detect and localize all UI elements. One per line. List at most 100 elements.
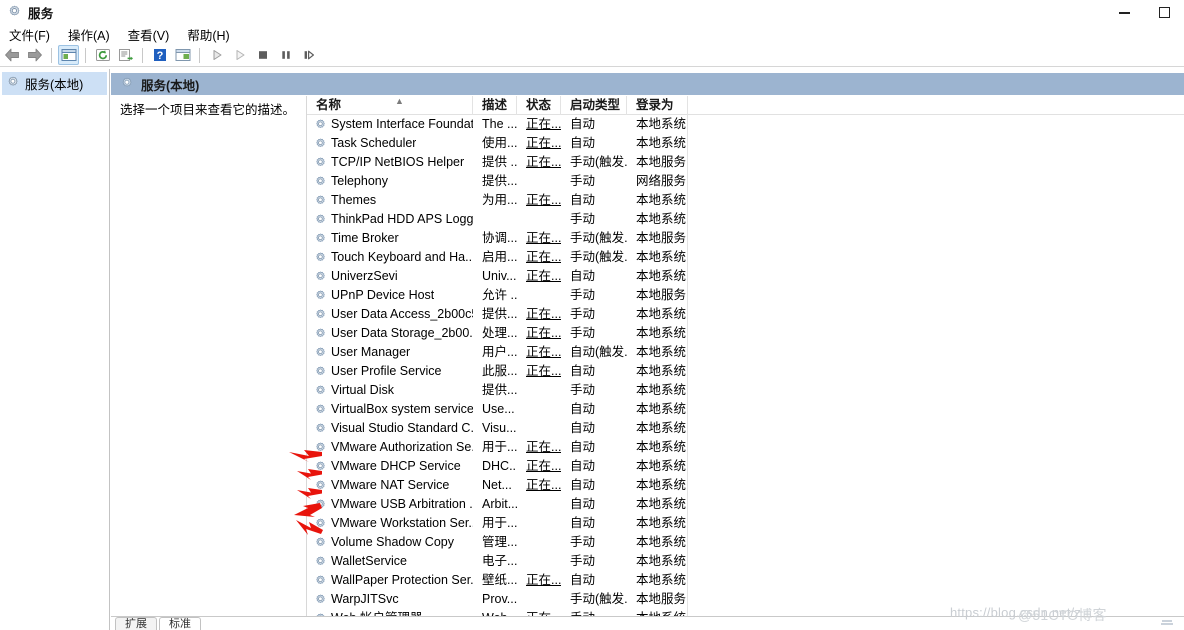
cell-description: 提供... xyxy=(482,383,517,397)
cell-description: 为用... xyxy=(482,193,517,207)
table-row[interactable]: Virtual Disk 提供... 手动 本地系统 xyxy=(307,381,1184,400)
cell-service-name: VMware NAT Service xyxy=(307,476,473,495)
cell-log-on-as: 本地系统 xyxy=(627,533,688,552)
service-name-label: WalletService xyxy=(331,554,407,568)
table-row[interactable]: Telephony 提供... 手动 网络服务 xyxy=(307,172,1184,191)
start-service-icon[interactable] xyxy=(206,45,227,65)
table-row[interactable]: Volume Shadow Copy 管理... 手动 本地系统 xyxy=(307,533,1184,552)
minimize-button[interactable] xyxy=(1104,0,1144,25)
menu-help[interactable]: 帮助(H) xyxy=(178,23,238,46)
table-row[interactable]: VMware USB Arbitration ... Arbit... 自动 本地系统 xyxy=(307,495,1184,514)
cell-service-name: User Profile Service xyxy=(307,362,473,381)
help-icon[interactable]: ? xyxy=(149,45,170,65)
cell-service-name: ThinkPad HDD APS Loggi... xyxy=(307,210,473,229)
services-list[interactable]: 名称 ▲ 描述 状态 启动类型 登录为 System Interface Fou… xyxy=(306,96,1184,630)
export-list-icon[interactable] xyxy=(115,45,136,65)
column-header-log-on-as[interactable]: 登录为 xyxy=(627,96,688,115)
column-header-name[interactable]: 名称 ▲ xyxy=(307,96,473,115)
service-name-label: VMware Workstation Ser... xyxy=(331,516,473,530)
cell-status xyxy=(517,495,561,514)
cell-startup-type: 自动 xyxy=(570,269,596,283)
description-pane: 选择一个项目来查看它的描述。 xyxy=(111,96,306,630)
cell-service-name: Visual Studio Standard C... xyxy=(307,419,473,438)
column-header-startup-type[interactable]: 启动类型 xyxy=(561,96,627,115)
table-row[interactable]: VMware Authorization Se... 用于... 正在... 自动 本地… xyxy=(307,438,1184,457)
cell-log-on-as: 本地系统 xyxy=(627,134,688,153)
table-row[interactable]: Time Broker 协调... 正在... 手动(触发...本地服务 xyxy=(307,229,1184,248)
toolbar-separator xyxy=(199,47,200,63)
service-name-label: Time Broker xyxy=(331,231,399,245)
service-name-label: User Manager xyxy=(331,345,411,359)
cell-description: Visu... xyxy=(482,421,517,435)
cell-status xyxy=(517,552,561,571)
table-row[interactable]: Touch Keyboard and Ha... 启用... 正在... 手动(触发.… xyxy=(307,248,1184,267)
bottom-tab-standard[interactable]: 标准 xyxy=(159,617,201,630)
sidebar-item-services-local[interactable]: 服务(本地) xyxy=(2,72,107,95)
console-tree-sidebar: 服务(本地) xyxy=(0,69,110,630)
properties-icon[interactable] xyxy=(172,45,193,65)
content-pane: 服务(本地) 选择一个项目来查看它的描述。 名称 ▲ 描述 状态 启动类型 登录… xyxy=(111,69,1184,630)
table-row[interactable]: WalletService 电子... 手动 本地系统 xyxy=(307,552,1184,571)
table-row[interactable]: VMware DHCP Service DHC... 正在... 自动 本地系统 xyxy=(307,457,1184,476)
service-name-label: TCP/IP NetBIOS Helper xyxy=(331,155,465,169)
resume-service-icon[interactable] xyxy=(298,45,319,65)
table-row[interactable]: User Data Storage_2b00... 处理... 正在... 手动 本地系… xyxy=(307,324,1184,343)
stop-service-icon[interactable] xyxy=(252,45,273,65)
table-row[interactable]: System Interface Foundat... The ... 正在... 自… xyxy=(307,115,1184,134)
cell-log-on-as: 本地系统 xyxy=(627,457,688,476)
forward-icon[interactable] xyxy=(24,45,45,65)
sort-ascending-icon: ▲ xyxy=(395,96,404,106)
service-gear-icon xyxy=(314,156,327,169)
service-gear-icon xyxy=(314,175,327,188)
restart-service-icon[interactable] xyxy=(229,45,250,65)
back-icon[interactable] xyxy=(1,45,22,65)
cell-log-on-as: 本地系统 xyxy=(627,400,688,419)
cell-startup-type: 手动(触发... xyxy=(570,592,627,606)
table-row[interactable]: User Data Access_2b00c57 提供... 正在... 手动 本地系统 xyxy=(307,305,1184,324)
service-gear-icon xyxy=(314,270,327,283)
cell-status: 正在... xyxy=(526,250,561,264)
menu-view[interactable]: 查看(V) xyxy=(119,23,179,46)
pause-service-icon[interactable] xyxy=(275,45,296,65)
cell-startup-type: 手动(触发... xyxy=(570,231,627,245)
cell-description: 允许 ... xyxy=(482,288,517,302)
show-hide-tree-icon[interactable] xyxy=(58,45,79,65)
cell-service-name: WalletService xyxy=(307,552,473,571)
table-row[interactable]: User Manager 用户... 正在... 自动(触发...本地系统 xyxy=(307,343,1184,362)
bottom-tab-extended[interactable]: 扩展 xyxy=(115,617,157,630)
cell-status: 正在... xyxy=(526,440,561,454)
table-row[interactable]: UPnP Device Host 允许 ... 手动 本地服务 xyxy=(307,286,1184,305)
table-row[interactable]: VirtualBox system service Use... 自动 本地系统 xyxy=(307,400,1184,419)
cell-status: 正在... xyxy=(526,345,561,359)
cell-status xyxy=(517,533,561,552)
column-header-status[interactable]: 状态 xyxy=(517,96,561,115)
cell-status xyxy=(517,419,561,438)
maximize-button[interactable] xyxy=(1144,0,1184,25)
service-name-label: VMware NAT Service xyxy=(331,478,450,492)
service-gear-icon xyxy=(314,441,327,454)
table-row[interactable]: WallPaper Protection Ser... 壁纸... 正在... 自动 本… xyxy=(307,571,1184,590)
svg-text:?: ? xyxy=(156,50,163,62)
cell-service-name: WarpJITSvc xyxy=(307,590,473,609)
table-row[interactable]: TCP/IP NetBIOS Helper 提供 ... 正在... 手动(触发...… xyxy=(307,153,1184,172)
table-row[interactable]: ThinkPad HDD APS Loggi... 手动 本地系统 xyxy=(307,210,1184,229)
table-row[interactable]: Visual Studio Standard C... Visu... 自动 本地系统 xyxy=(307,419,1184,438)
cell-log-on-as: 本地系统 xyxy=(627,210,688,229)
cell-service-name: System Interface Foundat... xyxy=(307,115,473,134)
refresh-icon[interactable] xyxy=(92,45,113,65)
column-header-description[interactable]: 描述 xyxy=(473,96,517,115)
table-row[interactable]: UniverzSevi Univ... 正在... 自动 本地系统 xyxy=(307,267,1184,286)
service-gear-icon xyxy=(314,308,327,321)
cell-description: 提供... xyxy=(482,174,517,188)
cell-service-name: VMware DHCP Service xyxy=(307,457,473,476)
table-row[interactable]: Task Scheduler 使用... 正在... 自动 本地系统 xyxy=(307,134,1184,153)
service-gear-icon xyxy=(314,194,327,207)
menu-file[interactable]: 文件(F) xyxy=(0,23,59,46)
table-row[interactable]: VMware Workstation Ser... 用于... 自动 本地系统 xyxy=(307,514,1184,533)
table-row[interactable]: User Profile Service 此服... 正在... 自动 本地系统 xyxy=(307,362,1184,381)
cell-log-on-as: 本地服务 xyxy=(627,286,688,305)
maximize-icon xyxy=(1158,7,1170,18)
menu-action[interactable]: 操作(A) xyxy=(59,23,119,46)
table-row[interactable]: VMware NAT Service Net... 正在... 自动 本地系统 xyxy=(307,476,1184,495)
table-row[interactable]: Themes 为用... 正在... 自动 本地系统 xyxy=(307,191,1184,210)
